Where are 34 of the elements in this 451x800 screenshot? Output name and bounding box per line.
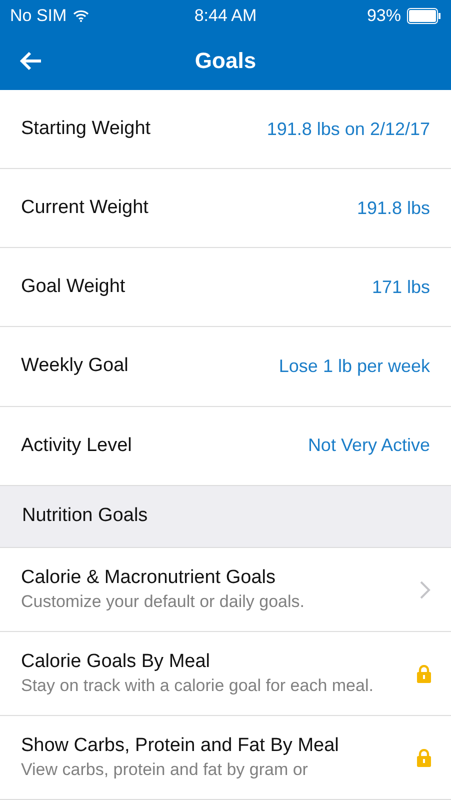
goal-row[interactable]: Goal Weight 171 lbs bbox=[0, 248, 451, 328]
battery-icon bbox=[407, 8, 441, 24]
goal-label: Activity Level bbox=[21, 434, 132, 457]
goal-value: 171 lbs bbox=[372, 276, 430, 298]
battery-percent: 93% bbox=[366, 6, 401, 26]
back-arrow-icon bbox=[19, 51, 43, 71]
lock-icon bbox=[417, 664, 431, 682]
nutrition-goal-row[interactable]: Calorie Goals By Meal Stay on track with a calorie goal for each meal. bbox=[0, 632, 451, 716]
carrier-text: No SIM bbox=[10, 6, 67, 26]
chevron-right-icon bbox=[419, 580, 431, 600]
goal-label: Weekly Goal bbox=[21, 355, 128, 378]
nutrition-goal-row[interactable]: Calorie & Macronutrient Goals Customize your default or daily goals. bbox=[0, 548, 451, 632]
goal-value: Not Very Active bbox=[308, 435, 430, 456]
goal-row[interactable]: Weekly Goal Lose 1 lb per week bbox=[0, 327, 451, 406]
nutrition-goal-row[interactable]: Show Carbs, Protein and Fat By Meal View carbs, protein and fat by gram or bbox=[0, 716, 451, 800]
item-subtitle: Customize your default or daily goals. bbox=[21, 590, 306, 612]
time-text: 8:44 AM bbox=[194, 6, 257, 26]
page-title: Goals bbox=[194, 48, 256, 74]
goal-value: Lose 1 lb per week bbox=[278, 356, 430, 377]
goal-row[interactable]: Current Weight 191.8 lbs bbox=[0, 169, 451, 248]
item-title: Calorie Goals By Meal bbox=[21, 650, 212, 672]
goal-label: Goal Weight bbox=[21, 276, 126, 298]
goal-value: 191.8 lbs bbox=[356, 198, 430, 219]
wifi-icon bbox=[72, 10, 89, 22]
section-title: Nutrition Goals bbox=[22, 505, 148, 528]
item-title: Show Carbs, Protein and Fat By Meal bbox=[21, 734, 340, 756]
item-subtitle: View carbs, protein and fat by gram or bbox=[21, 758, 309, 780]
goal-row[interactable]: Starting Weight 191.8 lbs on 2/12/17 bbox=[0, 90, 451, 170]
item-title: Calorie & Macronutrient Goals bbox=[21, 566, 276, 588]
lock-icon bbox=[417, 748, 431, 766]
item-subtitle: Stay on track with a calorie goal for each meal. bbox=[21, 674, 374, 696]
goal-label: Starting Weight bbox=[21, 118, 151, 140]
goal-label: Current Weight bbox=[21, 197, 148, 220]
goal-value: 191.8 lbs on 2/12/17 bbox=[266, 118, 430, 140]
